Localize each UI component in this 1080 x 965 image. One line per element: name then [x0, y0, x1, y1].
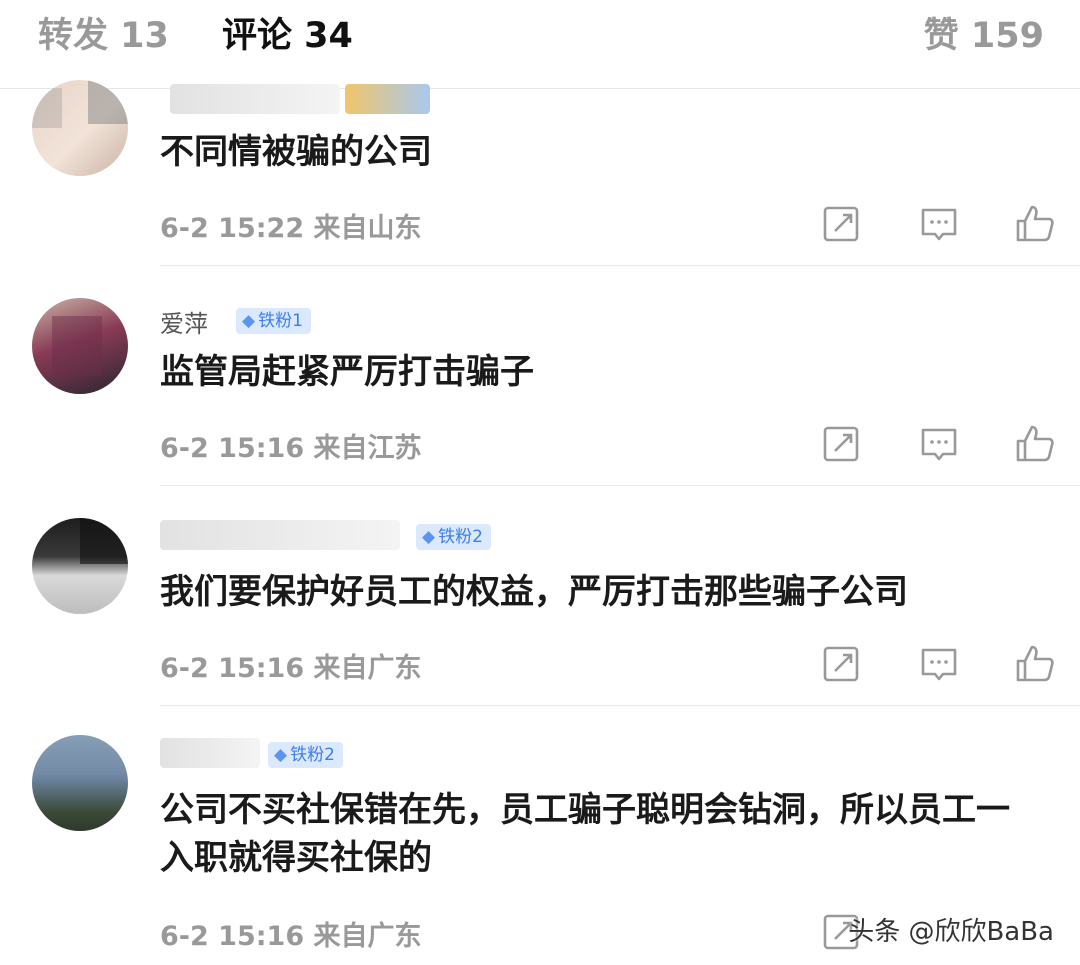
divider — [160, 265, 1080, 266]
reply-icon[interactable] — [917, 642, 961, 686]
avatar[interactable] — [32, 80, 128, 176]
comment-actions — [820, 422, 1080, 466]
comment-time: 6-2 15:16 来自广东 — [160, 653, 422, 684]
divider — [160, 485, 1080, 486]
avatar[interactable] — [32, 518, 128, 614]
tab-comments[interactable]: 评论 34 — [222, 14, 353, 58]
like-icon[interactable] — [1013, 202, 1057, 246]
like-icon[interactable] — [1013, 642, 1057, 686]
reply-icon[interactable] — [917, 422, 961, 466]
username[interactable]: 爱萍 — [160, 304, 208, 339]
divider — [160, 705, 1080, 706]
username-redacted — [160, 738, 260, 768]
comment-time: 6-2 15:16 来自江苏 — [160, 433, 422, 464]
reply-icon[interactable] — [917, 202, 961, 246]
tab-reposts[interactable]: 转发 13 — [38, 14, 169, 58]
fan-badge: ◆ 铁粉2 — [416, 524, 491, 550]
username-redacted — [170, 84, 340, 114]
tab-likes[interactable]: 赞 159 — [924, 14, 1044, 58]
repost-icon[interactable] — [820, 422, 864, 466]
avatar[interactable] — [32, 735, 128, 831]
diamond-icon: ◆ — [274, 745, 288, 765]
comment-text: 我们要保护好员工的权益，严厉打击那些骗子公司 — [160, 572, 908, 612]
watermark: 头条 @欣欣BaBa — [848, 917, 1054, 947]
repost-icon[interactable] — [820, 642, 864, 686]
avatar[interactable] — [32, 298, 128, 394]
diamond-icon: ◆ — [242, 311, 256, 331]
comment-actions — [820, 642, 1080, 686]
diamond-icon: ◆ — [422, 527, 436, 547]
username-redacted — [345, 84, 430, 114]
comment-time: 6-2 15:22 来自山东 — [160, 213, 422, 244]
fan-badge: ◆ 铁粉1 — [236, 308, 311, 334]
comment-tabs: 转发 13 评论 34 赞 159 — [0, 0, 1080, 89]
comment-actions — [820, 202, 1080, 246]
like-icon[interactable] — [1013, 422, 1057, 466]
comment-time: 6-2 15:16 来自广东 — [160, 921, 422, 952]
username-redacted — [160, 520, 400, 550]
comment-text: 监管局赶紧严厉打击骗子 — [160, 352, 534, 392]
repost-icon[interactable] — [820, 202, 864, 246]
fan-badge: ◆ 铁粉2 — [268, 742, 343, 768]
comment-text: 不同情被骗的公司 — [160, 132, 432, 172]
comment-text: 公司不买社保错在先，员工骗子聪明会钻洞，所以员工一入职就得买社保的 — [160, 790, 1010, 878]
